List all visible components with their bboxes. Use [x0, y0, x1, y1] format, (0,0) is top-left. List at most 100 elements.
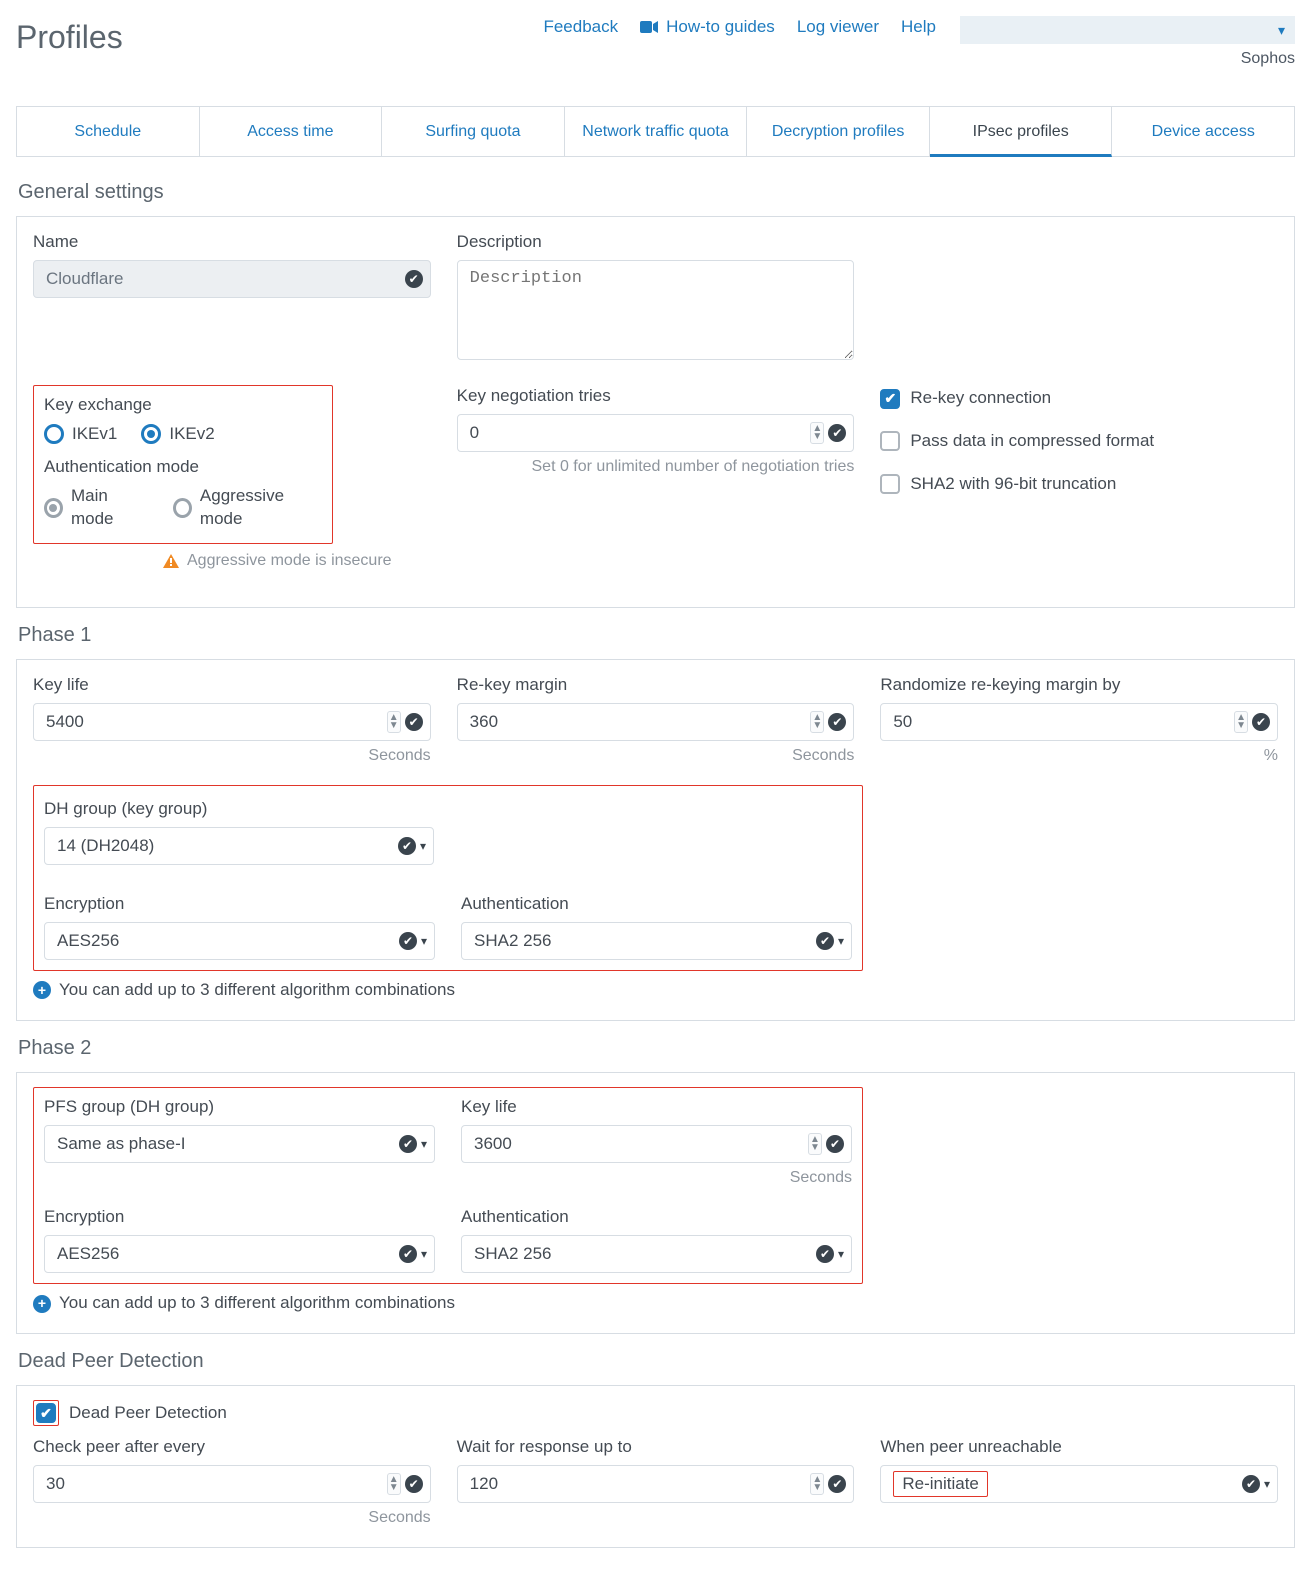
main-mode-radio[interactable]: Main mode [44, 485, 149, 531]
warning-icon [163, 554, 179, 568]
account-area: ▾ Sophos [960, 16, 1295, 70]
description-input[interactable] [457, 260, 855, 360]
seconds-hint: Seconds [457, 745, 855, 767]
p2-enc-select[interactable] [44, 1235, 435, 1273]
key-neg-input[interactable] [457, 414, 855, 452]
tab-ipsec-profiles[interactable]: IPsec profiles [930, 107, 1113, 158]
dpd-check-input[interactable] [33, 1465, 431, 1503]
dpd-action-value: Re-initiate [893, 1471, 988, 1497]
dropdown-icon: ✔▾ [399, 1245, 427, 1263]
checkbox-unchecked-icon [880, 474, 900, 494]
feedback-link[interactable]: Feedback [543, 16, 618, 39]
p2-keylife-input[interactable] [461, 1125, 852, 1163]
dpd-enable-label: Dead Peer Detection [69, 1402, 227, 1425]
seconds-hint: Seconds [33, 745, 431, 767]
section-title-general: General settings [18, 179, 1293, 206]
ikev2-radio[interactable]: IKEv2 [141, 423, 214, 446]
tab-device-access[interactable]: Device access [1112, 107, 1294, 157]
p2-add-algo-text: You can add up to 3 different algorithm … [59, 1292, 455, 1315]
plus-icon: + [33, 1295, 51, 1313]
p2-pfs-label: PFS group (DH group) [44, 1096, 435, 1119]
general-panel: Name ✔ Description Key exchange IKEv1 [16, 216, 1295, 608]
dpd-action-label: When peer unreachable [880, 1436, 1278, 1459]
dropdown-icon: ✔▾ [816, 932, 844, 950]
spinner-control[interactable]: ▲▼ [810, 422, 824, 444]
help-link[interactable]: Help [901, 16, 936, 39]
p1-dh-select[interactable] [44, 827, 434, 865]
name-input[interactable] [33, 260, 431, 298]
p1-enc-select[interactable] [44, 922, 435, 960]
auth-mode-label: Authentication mode [44, 456, 322, 479]
dpd-wait-input[interactable] [457, 1465, 855, 1503]
dpd-enable-checkbox[interactable]: ✔ Dead Peer Detection [33, 1400, 1278, 1426]
p2-keylife-label: Key life [461, 1096, 852, 1119]
sha2-96-label: SHA2 with 96-bit truncation [910, 473, 1116, 496]
name-label: Name [33, 231, 431, 254]
page-header: Profiles Feedback How-to guides Log view… [16, 16, 1295, 70]
key-exchange-radio-group: IKEv1 IKEv2 [44, 423, 322, 446]
tab-strip: Schedule Access time Surfing quota Netwo… [16, 106, 1295, 158]
percent-hint: % [880, 745, 1278, 767]
dpd-action-select[interactable]: Re-initiate [880, 1465, 1278, 1503]
section-title-phase2: Phase 2 [18, 1035, 1293, 1062]
p2-auth-label: Authentication [461, 1206, 852, 1229]
p1-keylife-input[interactable] [33, 703, 431, 741]
p1-enc-label: Encryption [44, 893, 435, 916]
spinner-control[interactable]: ▲▼ [808, 1133, 822, 1155]
spinner-control[interactable]: ▲▼ [810, 711, 824, 733]
log-viewer-link[interactable]: Log viewer [797, 16, 879, 39]
p1-auth-select[interactable] [461, 922, 852, 960]
compress-checkbox[interactable]: Pass data in compressed format [880, 430, 1278, 453]
rekey-label: Re-key connection [910, 387, 1051, 410]
compress-label: Pass data in compressed format [910, 430, 1154, 453]
ikev1-radio[interactable]: IKEv1 [44, 423, 117, 446]
chevron-down-icon: ▾ [1278, 21, 1285, 40]
sha2-96-checkbox[interactable]: SHA2 with 96-bit truncation [880, 473, 1278, 496]
p1-rekey-margin-input[interactable] [457, 703, 855, 741]
checkbox-checked-icon: ✔ [880, 389, 900, 409]
check-icon: ✔ [1252, 713, 1270, 731]
tab-surfing-quota[interactable]: Surfing quota [382, 107, 565, 157]
phase1-algo-highlight: DH group (key group) ✔▾ Encryption ✔▾ Au… [33, 785, 863, 971]
video-icon [640, 20, 658, 34]
spinner-control[interactable]: ▲▼ [1234, 711, 1248, 733]
howto-label: How-to guides [666, 16, 775, 39]
p1-randomize-input[interactable] [880, 703, 1278, 741]
spinner-control[interactable]: ▲▼ [387, 1473, 401, 1495]
p2-auth-select[interactable] [461, 1235, 852, 1273]
section-title-dpd: Dead Peer Detection [18, 1348, 1293, 1375]
key-exchange-highlight: Key exchange IKEv1 IKEv2 Authentication … [33, 385, 333, 544]
seconds-hint: Seconds [33, 1507, 431, 1529]
p1-add-algo-hint[interactable]: + You can add up to 3 different algorith… [33, 979, 1278, 1002]
dropdown-icon: ✔▾ [399, 932, 427, 950]
checkbox-checked-icon: ✔ [36, 1403, 56, 1423]
dropdown-icon: ✔▾ [399, 1135, 427, 1153]
p1-keylife-label: Key life [33, 674, 431, 697]
dpd-checkbox-highlight: ✔ [33, 1400, 59, 1426]
auth-mode-radio-group: Main mode Aggressive mode [44, 485, 322, 531]
p2-pfs-select[interactable] [44, 1125, 435, 1163]
aggressive-mode-radio[interactable]: Aggressive mode [173, 485, 322, 531]
key-exchange-label: Key exchange [44, 394, 322, 417]
rekey-checkbox[interactable]: ✔ Re-key connection [880, 387, 1278, 410]
brand-label: Sophos [1241, 48, 1295, 70]
spinner-control[interactable]: ▲▼ [810, 1473, 824, 1495]
tab-traffic-quota[interactable]: Network traffic quota [565, 107, 748, 157]
tab-decryption-profiles[interactable]: Decryption profiles [747, 107, 930, 157]
check-icon: ✔ [828, 713, 846, 731]
account-dropdown[interactable]: ▾ [960, 16, 1295, 44]
dropdown-icon: ✔▾ [398, 837, 426, 855]
tab-schedule[interactable]: Schedule [17, 107, 200, 157]
howto-guides-link[interactable]: How-to guides [640, 16, 775, 39]
p1-auth-label: Authentication [461, 893, 852, 916]
phase2-algo-highlight: PFS group (DH group) ✔▾ Key life ▲▼ ✔ Se… [33, 1087, 863, 1284]
phase2-panel: PFS group (DH group) ✔▾ Key life ▲▼ ✔ Se… [16, 1072, 1295, 1334]
spinner-control[interactable]: ▲▼ [387, 711, 401, 733]
dropdown-icon: ✔▾ [816, 1245, 844, 1263]
p1-add-algo-text: You can add up to 3 different algorithm … [59, 979, 455, 1002]
seconds-hint: Seconds [461, 1167, 852, 1189]
tab-access-time[interactable]: Access time [200, 107, 383, 157]
p1-randomize-label: Randomize re-keying margin by [880, 674, 1278, 697]
dropdown-icon: ✔▾ [1242, 1475, 1270, 1493]
p2-add-algo-hint[interactable]: + You can add up to 3 different algorith… [33, 1292, 1278, 1315]
